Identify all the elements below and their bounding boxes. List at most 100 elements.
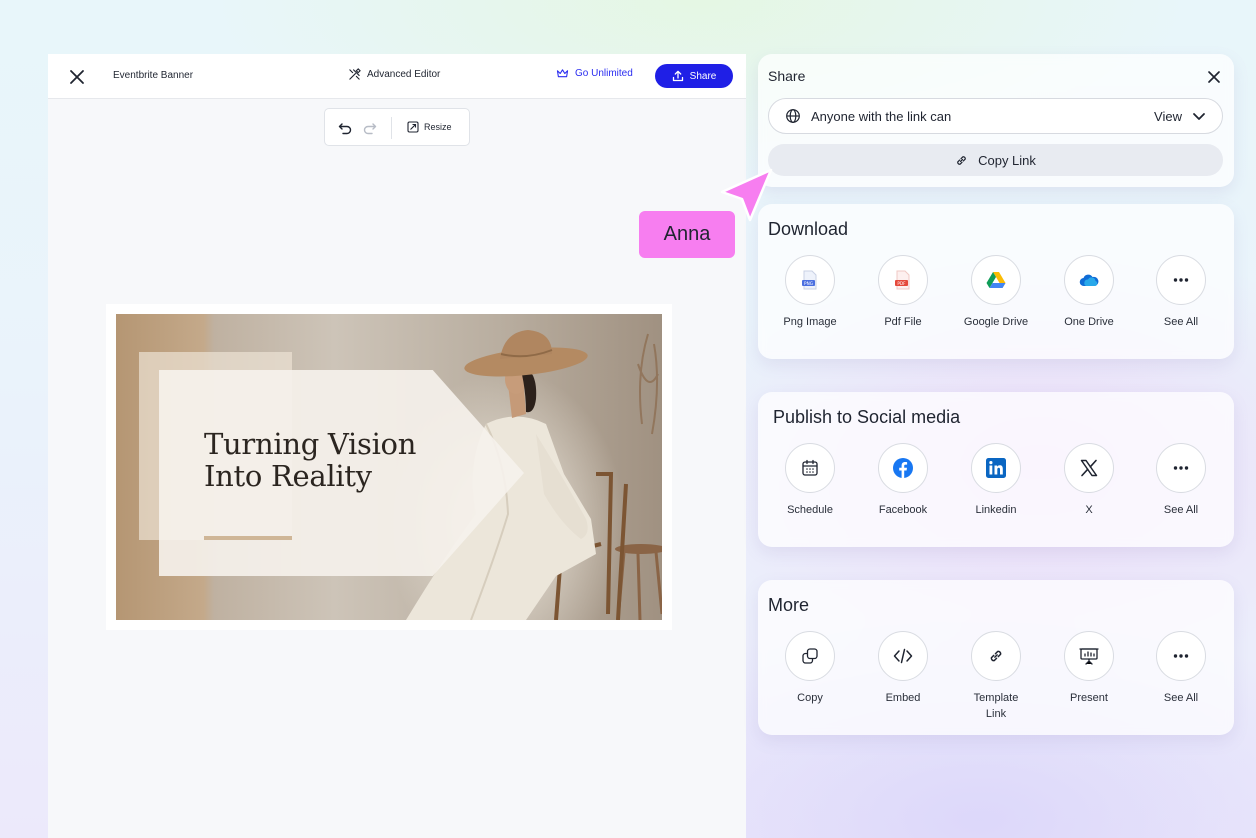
- more-panel: More Copy Embed Template Link Present Se…: [758, 580, 1234, 735]
- more-option-label: Present: [1070, 692, 1108, 704]
- document-title: Eventbrite Banner: [113, 70, 194, 81]
- more-option-label: See All: [1163, 692, 1199, 704]
- social-option-label: X: [1085, 504, 1093, 516]
- facebook-icon: [893, 458, 913, 478]
- link-icon: [957, 155, 966, 165]
- copy-link-button[interactable]: Copy Link: [768, 144, 1223, 176]
- more-options: Copy Embed Template Link Present See All: [758, 631, 1234, 731]
- download-option-label: See All: [1163, 316, 1199, 328]
- more-dots-icon: [1173, 654, 1189, 658]
- download-options: PNG Png Image PDF Pdf File Google Drive …: [758, 255, 1234, 355]
- social-options: Schedule Facebook Linkedin X See All: [758, 443, 1234, 543]
- social-media-panel: Publish to Social media Schedule Faceboo: [758, 392, 1234, 547]
- advanced-editor-button[interactable]: Advanced Editor: [348, 68, 440, 81]
- share-button[interactable]: Share: [655, 64, 733, 88]
- social-option-label: Schedule: [787, 504, 833, 516]
- download-google-drive-option[interactable]: Google Drive: [951, 255, 1041, 330]
- share-button-label: Share: [689, 70, 717, 82]
- social-option-label: Facebook: [878, 504, 928, 516]
- headline-line-2: Into Reality: [204, 459, 372, 493]
- chevron-down-icon: [1193, 113, 1205, 120]
- close-icon[interactable]: [68, 68, 86, 86]
- more-option-label: Embed: [885, 692, 921, 704]
- social-facebook-option[interactable]: Facebook: [858, 443, 948, 518]
- download-option-label: Google Drive: [963, 316, 1029, 328]
- headline-line-1: Turning Vision: [204, 427, 417, 461]
- banner-design[interactable]: Turning Vision Into Reality: [116, 314, 662, 620]
- collaborator-name: Anna: [663, 223, 711, 245]
- close-icon[interactable]: [1206, 69, 1222, 85]
- linkedin-button[interactable]: [971, 443, 1021, 493]
- copy-link-label: Copy Link: [978, 152, 1036, 168]
- crown-icon: [556, 69, 569, 78]
- download-onedrive-option[interactable]: One Drive: [1044, 255, 1134, 330]
- copy-button[interactable]: [785, 631, 835, 681]
- download-panel: Download PNG Png Image PDF Pdf File Goog…: [758, 204, 1234, 359]
- upload-icon: [672, 70, 683, 82]
- share-panel: Share Anyone with the link can View Copy…: [758, 54, 1234, 187]
- link-permission-value: View: [1154, 108, 1182, 124]
- link-access-label: Anyone with the link can: [811, 108, 952, 124]
- embed-button[interactable]: [878, 631, 928, 681]
- pdf-button[interactable]: PDF: [878, 255, 928, 305]
- tools-icon: [349, 68, 361, 80]
- redo-icon[interactable]: [362, 120, 378, 136]
- social-see-all-option[interactable]: See All: [1136, 443, 1226, 518]
- x-button[interactable]: [1064, 443, 1114, 493]
- link-icon: [990, 650, 1002, 662]
- download-option-label: Pdf File: [884, 316, 922, 328]
- schedule-button[interactable]: [785, 443, 835, 493]
- presentation-icon: [1079, 648, 1099, 665]
- more-title: More: [768, 595, 810, 615]
- go-unlimited-label: Go Unlimited: [575, 68, 633, 79]
- pdf-file-icon: PDF: [895, 270, 910, 290]
- editor-window: Eventbrite Banner Advanced Editor Go Unl…: [48, 54, 746, 838]
- see-all-button[interactable]: [1156, 443, 1206, 493]
- download-option-label: Png Image: [783, 316, 837, 328]
- download-pdf-option[interactable]: PDF Pdf File: [858, 255, 948, 330]
- toolbar-divider: [391, 117, 392, 139]
- editor-topbar: Eventbrite Banner Advanced Editor Go Unl…: [48, 54, 746, 99]
- more-option-label: Template Link: [973, 692, 1019, 720]
- more-dots-icon: [1173, 466, 1189, 470]
- design-headline[interactable]: Turning Vision Into Reality: [204, 428, 416, 492]
- png-button[interactable]: PNG: [785, 255, 835, 305]
- social-option-label: See All: [1163, 504, 1199, 516]
- google-drive-icon: [986, 272, 1006, 288]
- share-panel-title: Share: [768, 68, 806, 84]
- calendar-icon: [802, 459, 818, 476]
- social-schedule-option[interactable]: Schedule: [765, 443, 855, 518]
- more-copy-option[interactable]: Copy: [765, 631, 855, 706]
- see-all-button[interactable]: [1156, 255, 1206, 305]
- x-logo-icon: [1080, 459, 1098, 477]
- google-drive-button[interactable]: [971, 255, 1021, 305]
- social-option-label: Linkedin: [975, 504, 1017, 516]
- link-access-dropdown[interactable]: Anyone with the link can View: [768, 98, 1223, 134]
- template-link-button[interactable]: [971, 631, 1021, 681]
- see-all-button[interactable]: [1156, 631, 1206, 681]
- linkedin-icon: [986, 458, 1006, 478]
- go-unlimited-link[interactable]: Go Unlimited: [556, 68, 633, 79]
- more-option-label: Copy: [797, 692, 823, 704]
- more-present-option[interactable]: Present: [1044, 631, 1134, 706]
- onedrive-button[interactable]: [1064, 255, 1114, 305]
- more-template-link-option[interactable]: Template Link: [951, 631, 1041, 722]
- design-canvas[interactable]: Turning Vision Into Reality: [106, 304, 672, 630]
- download-title: Download: [768, 219, 849, 239]
- code-icon: [893, 648, 913, 664]
- social-linkedin-option[interactable]: Linkedin: [951, 443, 1041, 518]
- undo-icon[interactable]: [337, 120, 353, 136]
- more-embed-option[interactable]: Embed: [858, 631, 948, 706]
- canvas-toolbar: Resize: [324, 108, 470, 146]
- svg-text:PNG: PNG: [804, 281, 813, 286]
- more-see-all-option[interactable]: See All: [1136, 631, 1226, 706]
- facebook-button[interactable]: [878, 443, 928, 493]
- social-x-option[interactable]: X: [1044, 443, 1134, 518]
- present-button[interactable]: [1064, 631, 1114, 681]
- resize-label: Resize: [424, 122, 452, 132]
- download-png-option[interactable]: PNG Png Image: [765, 255, 855, 330]
- download-see-all-option[interactable]: See All: [1136, 255, 1226, 330]
- resize-button[interactable]: Resize: [407, 121, 452, 133]
- png-file-icon: PNG: [802, 270, 817, 290]
- onedrive-icon: [1079, 274, 1099, 287]
